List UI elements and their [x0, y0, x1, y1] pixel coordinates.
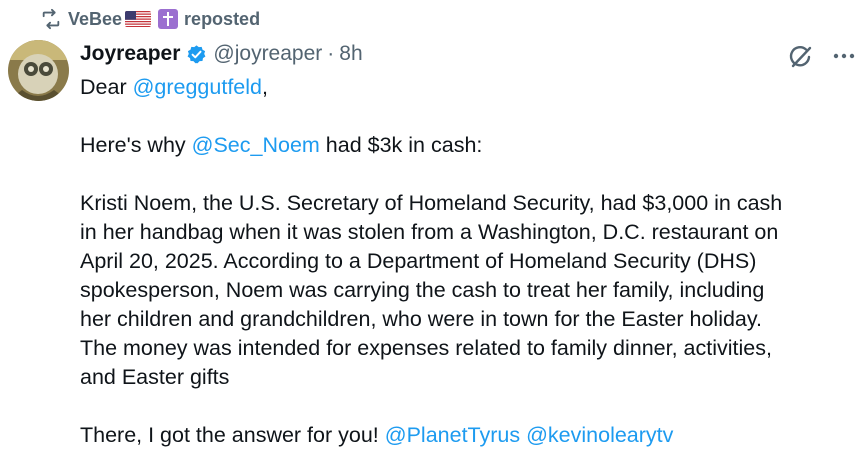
paragraph-line: her children and grandchildren, who were…: [80, 307, 763, 331]
latin-cross-icon: [158, 9, 179, 29]
tweet-text: Dear @greggutfeld, Here's why @Sec_Noem …: [80, 73, 850, 450]
paragraph-line: April 20, 2025. According to a Departmen…: [80, 249, 757, 273]
question-prefix: Here's why: [80, 133, 192, 157]
paragraph-line: The money was intended for expenses rela…: [80, 336, 772, 360]
question-suffix: had $3k in cash:: [319, 133, 483, 157]
tweet-header: Joyreaper @joyreaper · 8h: [80, 40, 363, 68]
paragraph-line: Kristi Noem, the U.S. Secretary of Homel…: [80, 191, 783, 215]
grok-icon[interactable]: [788, 44, 814, 70]
more-icon[interactable]: [832, 48, 856, 64]
paragraph-line: spokesperson, Noem was carrying the cash…: [80, 278, 765, 302]
closing-line: There, I got the answer for you! @Planet…: [80, 421, 850, 450]
mention-sec-noem[interactable]: @Sec_Noem: [192, 133, 320, 157]
mention-planettyrus[interactable]: @PlanetTyrus: [385, 423, 520, 447]
greeting-suffix: ,: [262, 75, 268, 99]
verified-badge-icon: [186, 44, 207, 65]
separator-dot: ·: [327, 42, 335, 65]
avatar[interactable]: [8, 40, 69, 101]
repost-icon: [40, 8, 62, 30]
author-display-name[interactable]: Joyreaper: [80, 42, 180, 66]
question-line: Here's why @Sec_Noem had $3k in cash:: [80, 131, 850, 160]
mention-greggutfeld[interactable]: @greggutfeld: [133, 75, 262, 99]
greeting-prefix: Dear: [80, 75, 133, 99]
author-handle[interactable]: @joyreaper: [213, 42, 322, 66]
paragraph-line: in her handbag when it was stolen from a…: [80, 220, 779, 244]
us-flag-icon: [125, 11, 152, 27]
mention-kevinolearytv[interactable]: @kevinolearytv: [526, 423, 673, 447]
closing-prefix: There, I got the answer for you!: [80, 423, 385, 447]
repost-user[interactable]: VeBee: [68, 9, 122, 30]
repost-header[interactable]: VeBee reposted: [40, 6, 260, 32]
paragraph-line: and Easter gifts: [80, 365, 230, 389]
greeting-line: Dear @greggutfeld,: [80, 73, 850, 102]
repost-label: reposted: [184, 8, 261, 29]
timestamp[interactable]: 8h: [339, 42, 362, 66]
